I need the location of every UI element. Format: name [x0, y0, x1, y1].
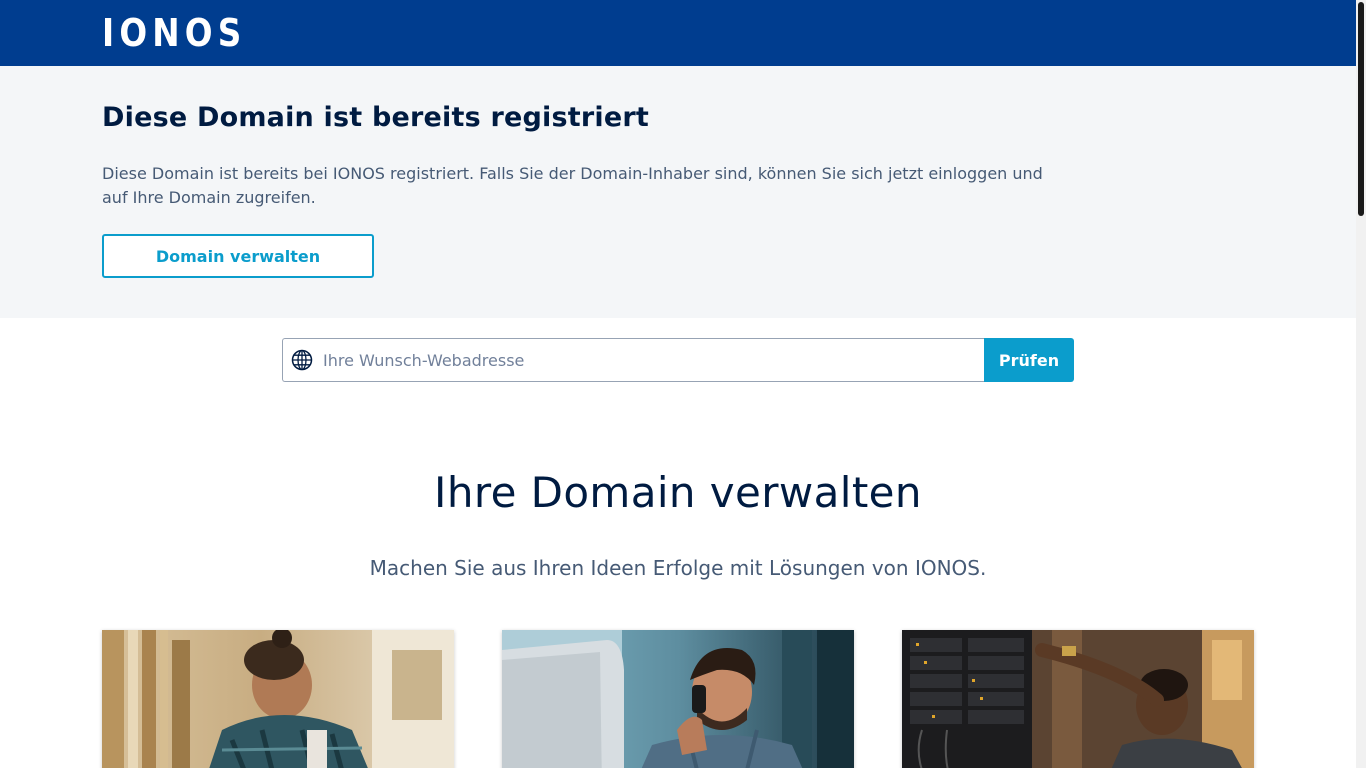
manage-section-title: Ihre Domain verwalten: [434, 468, 922, 517]
manage-domain-button[interactable]: Domain verwalten: [102, 234, 374, 278]
page: IONOS Diese Domain ist bereits registrie…: [0, 0, 1366, 768]
check-domain-button[interactable]: Prüfen: [984, 338, 1074, 382]
ionos-logo[interactable]: IONOS: [102, 10, 246, 56]
top-navigation-bar: IONOS: [0, 0, 1356, 66]
card-business[interactable]: [502, 630, 854, 768]
man-on-phone-at-computer-photo: [502, 630, 854, 768]
craftsman-workshop-photo: [102, 630, 454, 768]
vertical-scrollbar[interactable]: [1356, 0, 1366, 768]
notice-title: Diese Domain ist bereits registriert: [102, 102, 649, 133]
scrollbar-thumb[interactable]: [1358, 2, 1364, 216]
notice-text: Diese Domain ist bereits bei IONOS regis…: [102, 164, 1043, 207]
card-datacenter[interactable]: [902, 630, 1254, 768]
domain-registered-notice: Diese Domain ist bereits registriert Die…: [0, 66, 1356, 318]
domain-search-field[interactable]: [282, 338, 984, 382]
globe-icon: [291, 349, 313, 371]
manage-section-subtitle: Machen Sie aus Ihren Ideen Erfolge mit L…: [369, 556, 987, 580]
domain-search-input[interactable]: [323, 340, 984, 380]
card-craftsman[interactable]: [102, 630, 454, 768]
technician-server-rack-photo: [902, 630, 1254, 768]
